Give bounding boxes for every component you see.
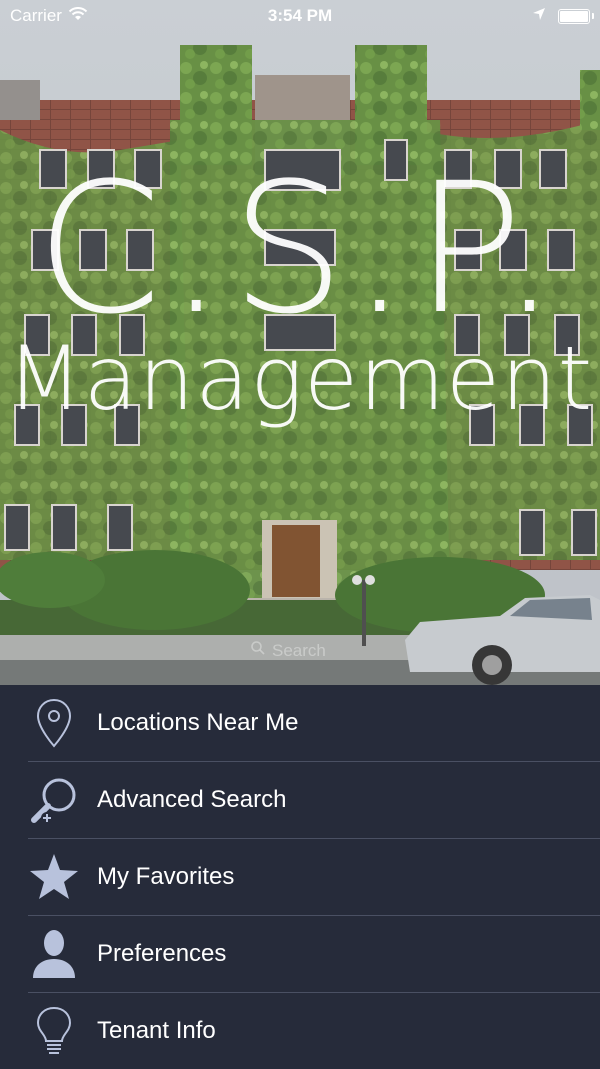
status-bar: Carrier 3:54 PM	[0, 0, 600, 32]
brand-subtitle: Management	[6, 327, 594, 430]
menu-item-label: My Favorites	[97, 863, 235, 890]
main-menu: Locations Near Me Advanced Search My Fav…	[0, 685, 600, 1069]
menu-item-tenant-info[interactable]: Tenant Info	[28, 993, 600, 1069]
search-hint-label: Search	[272, 640, 326, 660]
battery-icon	[558, 8, 594, 24]
menu-item-label: Advanced Search	[97, 786, 287, 813]
search-hint[interactable]: Search	[250, 640, 326, 661]
search-icon	[250, 640, 266, 661]
menu-item-label: Preferences	[97, 940, 227, 967]
menu-item-label: Tenant Info	[97, 1017, 216, 1044]
lightbulb-icon	[28, 1003, 80, 1059]
menu-item-label: Locations Near Me	[97, 709, 299, 736]
menu-item-locations[interactable]: Locations Near Me	[28, 685, 600, 762]
magnifier-plus-icon	[28, 772, 80, 828]
user-icon	[28, 926, 80, 982]
hero-banner: Carrier 3:54 PM C.S.P. Management Search	[0, 0, 600, 685]
star-icon	[28, 849, 80, 905]
menu-item-advanced-search[interactable]: Advanced Search	[28, 762, 600, 839]
clock: 3:54 PM	[267, 6, 333, 25]
location-pin-icon	[28, 695, 80, 751]
menu-item-favorites[interactable]: My Favorites	[28, 839, 600, 916]
menu-item-preferences[interactable]: Preferences	[28, 916, 600, 993]
brand-title: C.S.P.	[35, 145, 565, 354]
